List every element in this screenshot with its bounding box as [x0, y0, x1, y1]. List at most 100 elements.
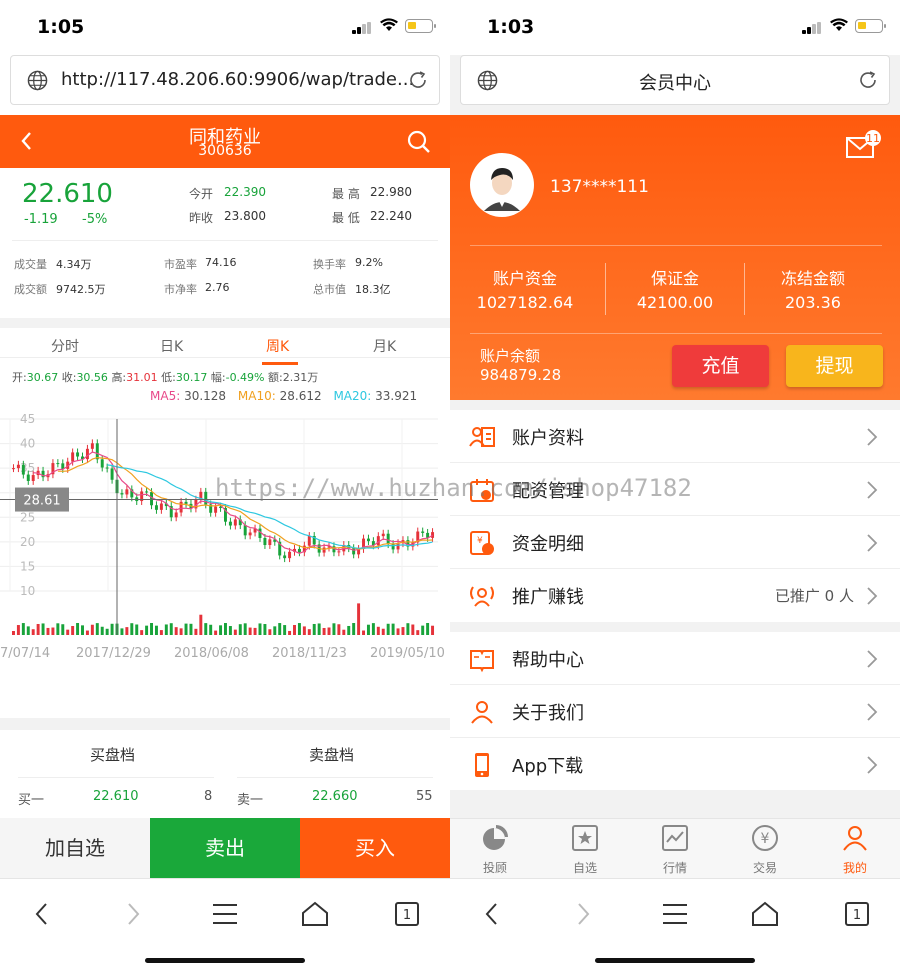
price-change: -1.19	[24, 212, 58, 227]
menu-item-promote[interactable]: 推广赚钱 已推广 0 人	[450, 569, 900, 622]
candle-body	[95, 443, 99, 460]
volume-bar	[36, 623, 40, 635]
volume-bar	[411, 624, 415, 635]
add-watchlist-button[interactable]: 加自选	[0, 818, 150, 878]
home-icon[interactable]	[750, 899, 780, 929]
promote-count: 已推广 0 人	[774, 587, 854, 605]
menu-item-app-download[interactable]: App下载	[450, 738, 900, 791]
avatar[interactable]	[470, 153, 534, 217]
ohlc-value: 30.67	[26, 371, 59, 384]
buy-button[interactable]: 买入	[300, 818, 450, 878]
home-indicator	[145, 958, 305, 963]
status-bar: 1:03	[450, 0, 900, 55]
volume-bar	[16, 625, 20, 635]
tabs-count-icon[interactable]: 1	[392, 899, 422, 929]
volume-bar	[61, 624, 65, 635]
balance-value: 984879.28	[480, 366, 562, 384]
broadcast-icon	[470, 586, 494, 607]
home-icon[interactable]	[300, 899, 330, 929]
browser-forward-icon[interactable]	[118, 899, 148, 929]
prev-close-label: 昨收	[189, 211, 214, 225]
candle-body	[56, 463, 60, 465]
menu-item-help[interactable]: 帮助中心	[450, 632, 900, 685]
y-tick-label: 20	[20, 535, 35, 549]
reload-icon[interactable]	[857, 69, 879, 91]
volume-bar	[317, 623, 321, 635]
volume-bar	[71, 626, 75, 635]
volume-bar	[130, 623, 134, 635]
menu-item-fund-detail[interactable]: ¥ 资金明细	[450, 516, 900, 569]
menu-label: 推广赚钱	[512, 587, 584, 608]
tabbar-market[interactable]: 行情	[630, 823, 720, 875]
menu-item-about[interactable]: 关于我们	[450, 685, 900, 738]
reload-icon[interactable]	[407, 69, 429, 91]
stat-label: 市盈率	[164, 258, 197, 271]
battery-icon	[855, 19, 886, 33]
menu-label: 关于我们	[512, 703, 584, 724]
volume-bar	[85, 630, 89, 635]
fund-label: 账户资金	[492, 269, 557, 288]
ohlc-value: 31.01	[126, 371, 158, 384]
x-tick-label: 2017/12/29	[76, 646, 151, 661]
balance-label: 账户余额	[480, 347, 541, 365]
mail-icon[interactable]: 11	[844, 129, 884, 163]
withdraw-button[interactable]: 提现	[786, 345, 883, 387]
volume-bar	[386, 623, 390, 635]
candle-body	[184, 501, 188, 504]
volume-bar	[120, 628, 124, 635]
volume-bar	[337, 624, 341, 635]
chevron-right-icon	[867, 587, 878, 605]
candle-body	[76, 452, 80, 457]
address-bar[interactable]: 会员中心	[460, 55, 890, 105]
ma10-label: MA10:	[237, 389, 276, 403]
sell-book-title: 卖盘档	[309, 746, 355, 764]
candle-body	[105, 467, 109, 469]
y-tick-label: 40	[20, 437, 35, 451]
x-tick-label: 2018/11/23	[272, 646, 347, 661]
volume-bar	[421, 625, 425, 635]
buy-book-title: 买盘档	[90, 746, 136, 764]
volume-bar	[46, 627, 50, 635]
tabbar-watchlist[interactable]: 自选	[540, 823, 630, 875]
candle-body	[228, 521, 232, 526]
menu-icon[interactable]	[210, 899, 240, 929]
volume-bar	[258, 623, 262, 635]
url-text[interactable]: http://117.48.206.60:9906/wap/trade...	[61, 69, 414, 90]
menu-icon[interactable]	[660, 899, 690, 929]
candle-body	[150, 492, 154, 506]
tab-monthly[interactable]: 月K	[373, 336, 396, 356]
browser-back-icon[interactable]	[477, 899, 507, 929]
recharge-button[interactable]: 充值	[672, 345, 769, 387]
menu-item-profile[interactable]: 账户资料	[450, 410, 900, 463]
tabs-count-icon[interactable]: 1	[842, 899, 872, 929]
sell-button[interactable]: 卖出	[150, 818, 300, 878]
tab-daily[interactable]: 日K	[160, 336, 183, 356]
volume-bar	[228, 626, 232, 635]
stat-value: 2.76	[205, 281, 230, 294]
tabbar-trade[interactable]: ¥ 交易	[720, 823, 810, 875]
fund-value: 203.36	[785, 293, 841, 312]
search-icon[interactable]	[406, 129, 432, 155]
volume-bar	[376, 626, 380, 635]
tabbar-mine[interactable]: 我的	[810, 823, 900, 875]
tab-timeshare[interactable]: 分时	[51, 336, 79, 356]
volume-bar	[416, 630, 420, 635]
stat-label: 换手率	[313, 258, 346, 271]
tab-weekly[interactable]: 周K	[266, 336, 289, 356]
candle-body	[288, 551, 292, 559]
tabbar-advisor[interactable]: 投顾	[450, 823, 540, 875]
candle-body	[391, 544, 395, 550]
browser-forward-icon[interactable]	[568, 899, 598, 929]
y-tick-label: 15	[20, 559, 35, 573]
volume-bar	[322, 627, 326, 635]
ma10-value: 28.612	[279, 389, 322, 403]
status-time: 1:03	[487, 16, 535, 38]
address-bar[interactable]: http://117.48.206.60:9906/wap/trade...	[10, 55, 440, 105]
volume-bar	[159, 630, 163, 635]
volume-bar	[95, 623, 99, 635]
kline-chart[interactable]: 454035302520151028.617/07/142017/12/2920…	[0, 405, 450, 670]
candle-body	[337, 551, 341, 553]
browser-back-icon[interactable]	[27, 899, 57, 929]
mail-badge: 11	[866, 132, 880, 145]
chevron-right-icon	[867, 534, 878, 552]
